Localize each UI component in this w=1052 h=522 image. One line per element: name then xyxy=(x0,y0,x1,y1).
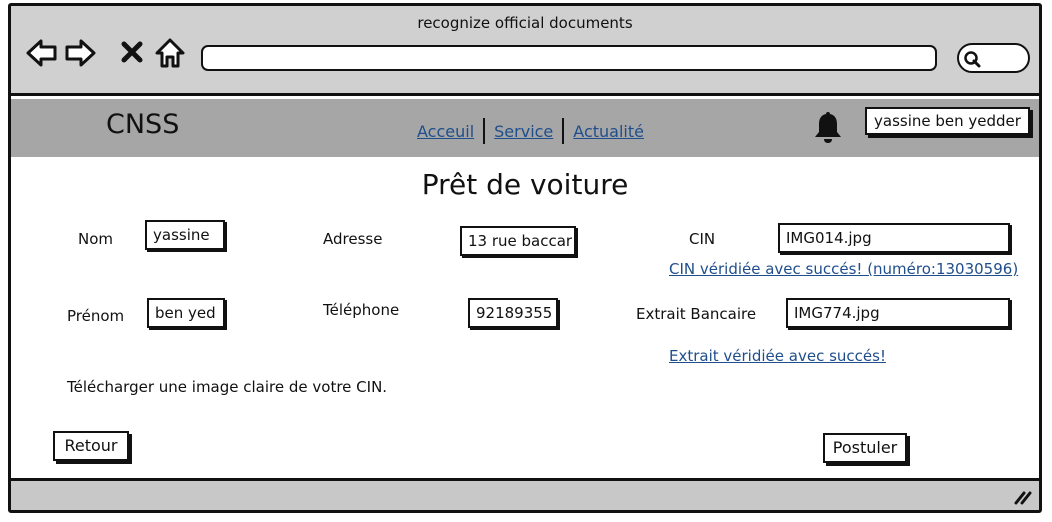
search-icon xyxy=(964,51,981,68)
resize-grip-icon[interactable] xyxy=(1013,488,1033,506)
nav-item-actualite[interactable]: Actualité xyxy=(573,122,644,141)
nav-item-acceuil[interactable]: Acceuil xyxy=(417,122,474,141)
nav-item-service[interactable]: Service xyxy=(494,122,553,141)
nav-divider xyxy=(562,118,565,144)
nav-divider xyxy=(483,118,486,144)
address-bar[interactable] xyxy=(201,45,937,71)
forward-icon[interactable] xyxy=(63,36,97,70)
extrait-file-field[interactable]: IMG774.jpg xyxy=(786,298,1010,328)
browser-chrome: recognize official documents xyxy=(11,6,1039,96)
adresse-field[interactable]: 13 rue baccar xyxy=(460,226,576,256)
cin-verified-link[interactable]: CIN véridiée avec succés! (numéro:130305… xyxy=(669,260,1018,278)
submit-button[interactable]: Postuler xyxy=(823,433,907,463)
browser-window: recognize official documents CNSS Acceui… xyxy=(8,3,1042,513)
cin-label: CIN xyxy=(689,230,716,248)
window-title: recognize official documents xyxy=(417,14,633,32)
main-nav: Acceuil Service Actualité xyxy=(417,118,644,144)
nom-label: Nom xyxy=(78,230,114,248)
search-button[interactable] xyxy=(957,43,1030,73)
logo: CNSS xyxy=(106,109,180,140)
cin-file-field[interactable]: IMG014.jpg xyxy=(778,223,1010,253)
back-icon[interactable] xyxy=(25,36,59,70)
close-icon[interactable] xyxy=(119,39,145,65)
telephone-label: Téléphone xyxy=(323,301,400,319)
prenom-field[interactable]: ben yed xyxy=(147,298,225,328)
app-header: CNSS Acceuil Service Actualité yassine b… xyxy=(11,99,1039,157)
extrait-verified-link[interactable]: Extrait véridiée avec succés! xyxy=(669,347,886,365)
page-title: Prêt de voiture xyxy=(421,168,629,201)
telephone-field[interactable]: 92189355 xyxy=(468,298,558,328)
prenom-label: Prénom xyxy=(67,307,125,325)
adresse-label: Adresse xyxy=(323,230,383,248)
upload-hint: Télécharger une image claire de votre CI… xyxy=(67,378,388,396)
status-bar xyxy=(11,478,1039,510)
user-menu-button[interactable]: yassine ben yedder xyxy=(865,107,1030,135)
nom-field[interactable]: yassine xyxy=(145,220,225,250)
home-icon[interactable] xyxy=(153,36,187,70)
bell-icon[interactable] xyxy=(811,109,845,145)
extrait-label: Extrait Bancaire xyxy=(636,305,757,323)
back-button[interactable]: Retour xyxy=(53,431,129,461)
